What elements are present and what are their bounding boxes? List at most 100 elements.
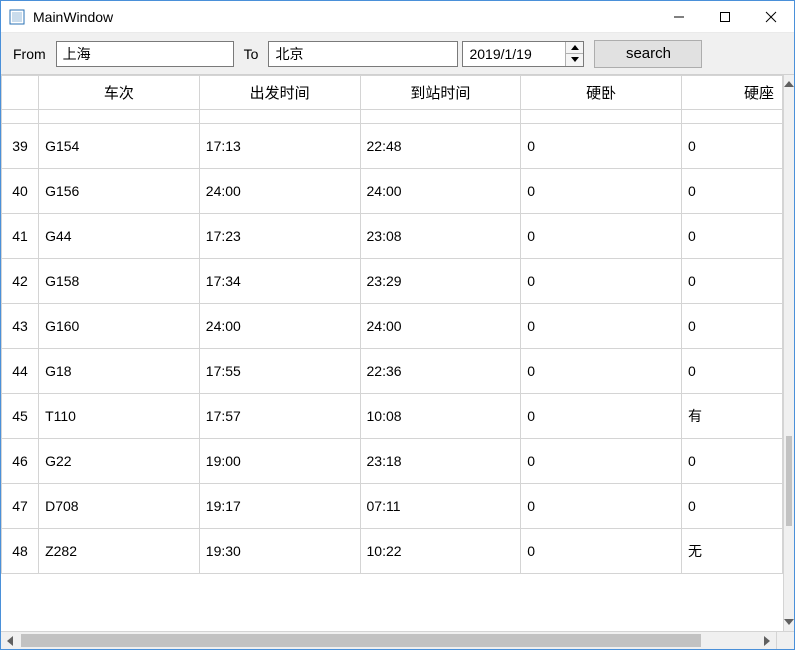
- cell-hard-sleeper[interactable]: 0: [521, 394, 682, 439]
- scroll-left-button[interactable]: [1, 632, 19, 650]
- table-row[interactable]: 38G1617:0021:5600: [2, 110, 783, 124]
- horizontal-scroll-thumb[interactable]: [21, 634, 701, 647]
- cell-train[interactable]: G16: [39, 110, 200, 124]
- cell-hard-seat[interactable]: 0: [681, 304, 782, 349]
- cell-hard-sleeper[interactable]: 0: [521, 110, 682, 124]
- cell-depart[interactable]: 19:30: [199, 529, 360, 574]
- close-button[interactable]: [748, 1, 794, 33]
- row-header[interactable]: 48: [2, 529, 39, 574]
- cell-depart[interactable]: 24:00: [199, 304, 360, 349]
- cell-arrive[interactable]: 23:18: [360, 439, 521, 484]
- table-row[interactable]: 43G16024:0024:0000: [2, 304, 783, 349]
- vertical-scroll-track[interactable]: [784, 93, 794, 613]
- cell-arrive[interactable]: 22:36: [360, 349, 521, 394]
- cell-arrive[interactable]: 10:08: [360, 394, 521, 439]
- cell-hard-sleeper[interactable]: 0: [521, 439, 682, 484]
- cell-depart[interactable]: 24:00: [199, 169, 360, 214]
- cell-hard-sleeper[interactable]: 0: [521, 259, 682, 304]
- date-step-down[interactable]: [566, 54, 583, 66]
- cell-arrive[interactable]: 07:11: [360, 484, 521, 529]
- cell-arrive[interactable]: 23:08: [360, 214, 521, 259]
- cell-hard-seat[interactable]: 0: [681, 169, 782, 214]
- row-header[interactable]: 40: [2, 169, 39, 214]
- cell-hard-seat[interactable]: 0: [681, 439, 782, 484]
- col-header-hard-seat[interactable]: 硬座: [681, 76, 782, 110]
- vertical-scrollbar[interactable]: [783, 75, 794, 631]
- table-row[interactable]: 47D70819:1707:1100: [2, 484, 783, 529]
- vertical-scroll-thumb[interactable]: [786, 436, 792, 526]
- row-header[interactable]: 42: [2, 259, 39, 304]
- horizontal-scroll-track[interactable]: [19, 632, 758, 649]
- cell-train[interactable]: T110: [39, 394, 200, 439]
- cell-hard-seat[interactable]: 有: [681, 394, 782, 439]
- scroll-right-button[interactable]: [758, 632, 776, 650]
- cell-hard-sleeper[interactable]: 0: [521, 169, 682, 214]
- search-button[interactable]: search: [594, 40, 702, 68]
- cell-hard-seat[interactable]: 0: [681, 349, 782, 394]
- row-header[interactable]: 38: [2, 110, 39, 124]
- cell-train[interactable]: G156: [39, 169, 200, 214]
- cell-hard-seat[interactable]: 0: [681, 484, 782, 529]
- col-header-hard-sleeper[interactable]: 硬卧: [521, 76, 682, 110]
- cell-hard-sleeper[interactable]: 0: [521, 124, 682, 169]
- date-input[interactable]: [463, 42, 565, 66]
- table-row[interactable]: 48Z28219:3010:220无: [2, 529, 783, 574]
- date-step-up[interactable]: [566, 42, 583, 55]
- row-header[interactable]: 47: [2, 484, 39, 529]
- cell-depart[interactable]: 17:00: [199, 110, 360, 124]
- cell-train[interactable]: G18: [39, 349, 200, 394]
- cell-train[interactable]: D708: [39, 484, 200, 529]
- cell-hard-sleeper[interactable]: 0: [521, 349, 682, 394]
- table-row[interactable]: 40G15624:0024:0000: [2, 169, 783, 214]
- cell-depart[interactable]: 17:13: [199, 124, 360, 169]
- table-row[interactable]: 39G15417:1322:4800: [2, 124, 783, 169]
- scroll-down-button[interactable]: [784, 613, 794, 631]
- cell-arrive[interactable]: 24:00: [360, 169, 521, 214]
- row-header[interactable]: 43: [2, 304, 39, 349]
- table-row[interactable]: 42G15817:3423:2900: [2, 259, 783, 304]
- row-header[interactable]: 41: [2, 214, 39, 259]
- cell-hard-sleeper[interactable]: 0: [521, 484, 682, 529]
- date-picker[interactable]: [462, 41, 584, 67]
- horizontal-scrollbar[interactable]: [1, 631, 794, 649]
- cell-hard-seat[interactable]: 0: [681, 110, 782, 124]
- cell-arrive[interactable]: 24:00: [360, 304, 521, 349]
- minimize-button[interactable]: [656, 1, 702, 33]
- table-row[interactable]: 46G2219:0023:1800: [2, 439, 783, 484]
- cell-arrive[interactable]: 23:29: [360, 259, 521, 304]
- cell-train[interactable]: Z282: [39, 529, 200, 574]
- from-input[interactable]: [56, 41, 234, 67]
- cell-hard-sleeper[interactable]: 0: [521, 304, 682, 349]
- col-header-depart[interactable]: 出发时间: [199, 76, 360, 110]
- cell-hard-sleeper[interactable]: 0: [521, 529, 682, 574]
- cell-train[interactable]: G160: [39, 304, 200, 349]
- cell-depart[interactable]: 19:00: [199, 439, 360, 484]
- cell-depart[interactable]: 17:57: [199, 394, 360, 439]
- cell-arrive[interactable]: 10:22: [360, 529, 521, 574]
- cell-train[interactable]: G22: [39, 439, 200, 484]
- cell-hard-seat[interactable]: 无: [681, 529, 782, 574]
- scroll-up-button[interactable]: [784, 75, 794, 93]
- cell-hard-seat[interactable]: 0: [681, 124, 782, 169]
- cell-depart[interactable]: 17:34: [199, 259, 360, 304]
- row-header[interactable]: 45: [2, 394, 39, 439]
- table-row[interactable]: 41G4417:2323:0800: [2, 214, 783, 259]
- to-input[interactable]: [268, 41, 458, 67]
- table-row[interactable]: 44G1817:5522:3600: [2, 349, 783, 394]
- maximize-button[interactable]: [702, 1, 748, 33]
- cell-train[interactable]: G154: [39, 124, 200, 169]
- cell-arrive[interactable]: 22:48: [360, 124, 521, 169]
- col-header-arrive[interactable]: 到站时间: [360, 76, 521, 110]
- row-header[interactable]: 46: [2, 439, 39, 484]
- cell-hard-seat[interactable]: 0: [681, 259, 782, 304]
- row-header[interactable]: 39: [2, 124, 39, 169]
- col-header-train[interactable]: 车次: [39, 76, 200, 110]
- cell-arrive[interactable]: 21:56: [360, 110, 521, 124]
- row-header[interactable]: 44: [2, 349, 39, 394]
- cell-depart[interactable]: 17:23: [199, 214, 360, 259]
- cell-hard-seat[interactable]: 0: [681, 214, 782, 259]
- cell-depart[interactable]: 19:17: [199, 484, 360, 529]
- table-row[interactable]: 45T11017:5710:080有: [2, 394, 783, 439]
- cell-train[interactable]: G44: [39, 214, 200, 259]
- cell-hard-sleeper[interactable]: 0: [521, 214, 682, 259]
